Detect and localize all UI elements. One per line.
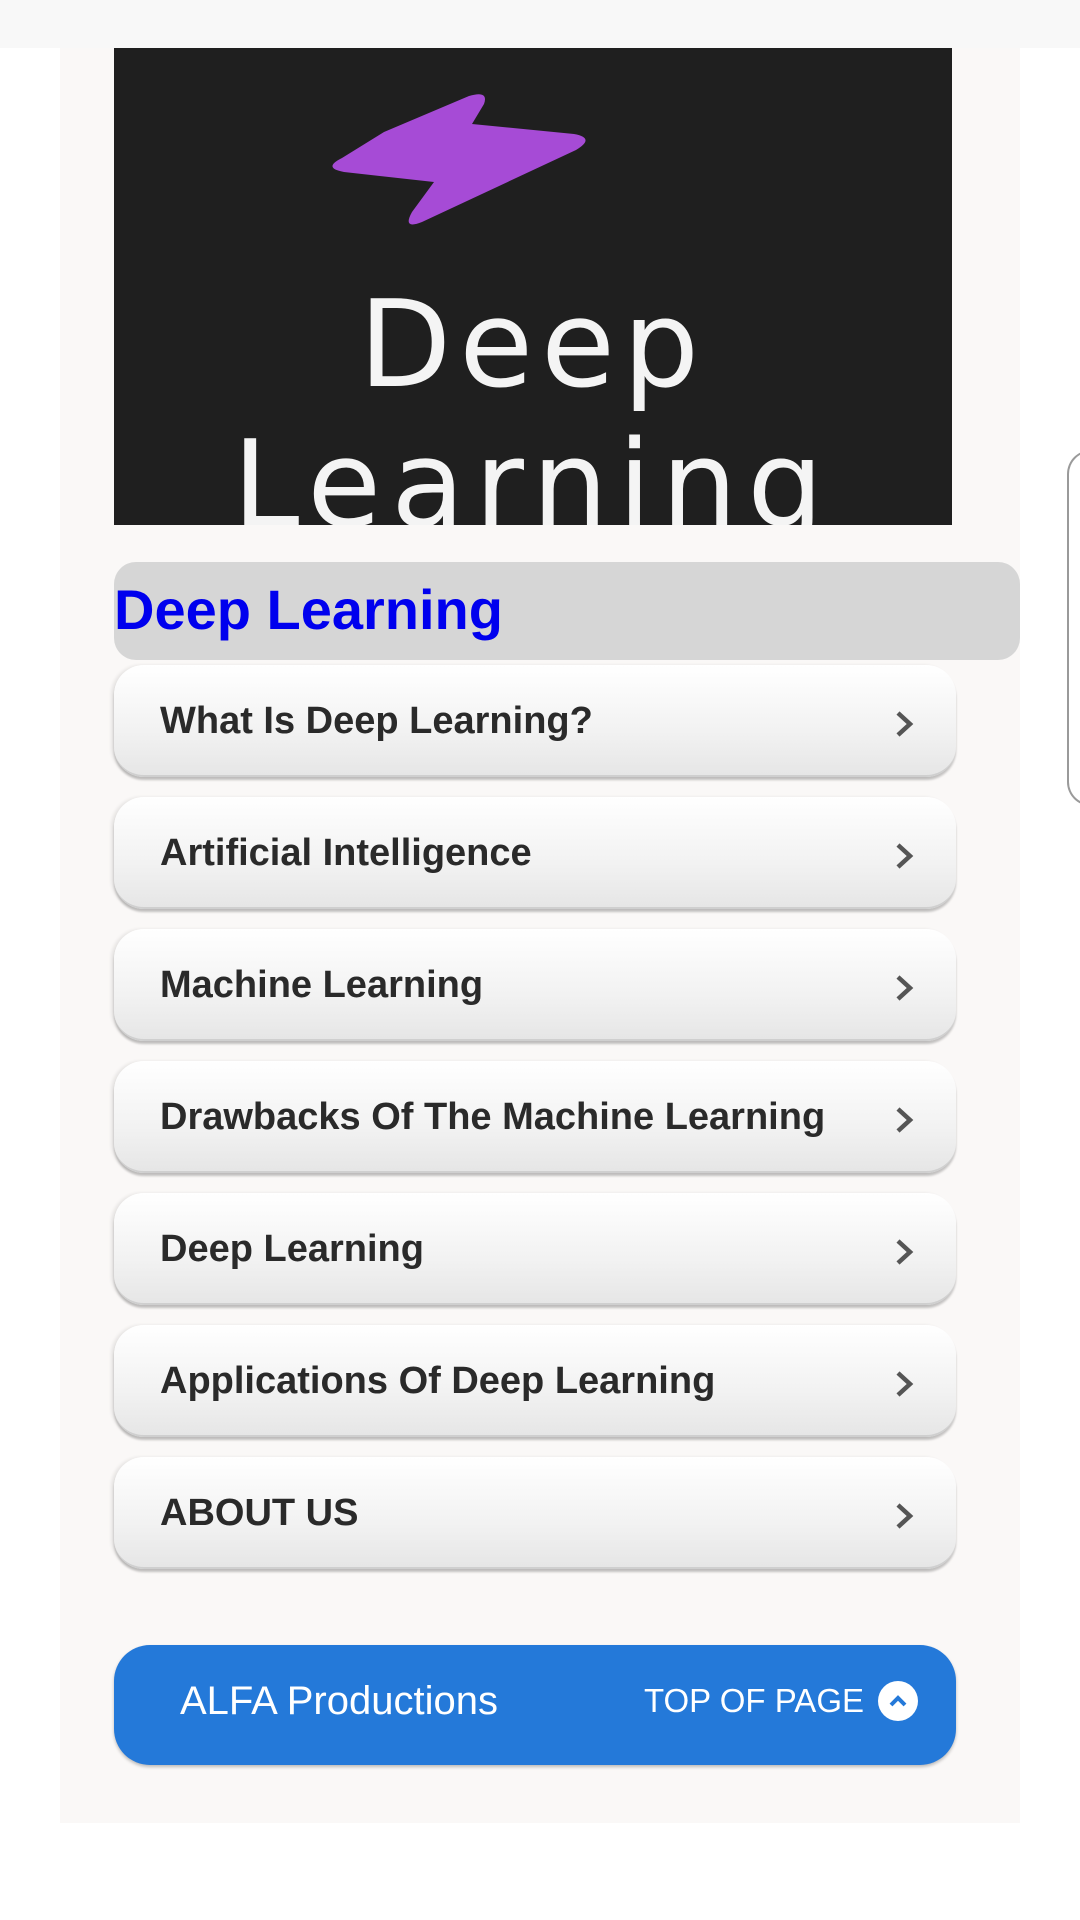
chevron-right-icon [896,1371,914,1397]
menu-item-label: Deep Learning [160,1228,424,1270]
browser-top-bar [0,0,1080,48]
hero-title-line2: Learning [232,416,834,526]
chevron-right-icon [896,843,914,869]
footer-bar: ALFA Productions TOP OF PAGE [114,1645,956,1765]
menu-item-about-us[interactable]: ABOUT US [114,1457,956,1569]
hero-title-line1: Deep [358,276,708,415]
menu-item-label: What Is Deep Learning? [160,700,593,742]
menu-item-deep-learning[interactable]: Deep Learning [114,1193,956,1305]
menu-item-applications-deep-learning[interactable]: Applications Of Deep Learning [114,1325,956,1437]
menu-item-label: ABOUT US [160,1492,359,1534]
chevron-up-circle-icon [878,1681,918,1721]
page-title: Deep Learning [114,578,503,641]
footer-brand: ALFA Productions [180,1679,498,1723]
menu-item-label: Drawbacks Of The Machine Learning [160,1096,826,1138]
chevron-right-icon [896,1107,914,1133]
menu-item-label: Applications Of Deep Learning [160,1360,716,1402]
menu-item-drawbacks-machine-learning[interactable]: Drawbacks Of The Machine Learning [114,1061,956,1173]
menu-item-what-is-deep-learning[interactable]: What Is Deep Learning? [114,665,956,777]
menu-item-artificial-intelligence[interactable]: Artificial Intelligence [114,797,956,909]
chevron-right-icon [896,1239,914,1265]
menu-item-label: Artificial Intelligence [160,832,532,874]
section-header: Deep Learning [114,562,1020,660]
top-of-page-label: TOP OF PAGE [643,1682,864,1719]
menu-item-machine-learning[interactable]: Machine Learning [114,929,956,1041]
chevron-right-icon [896,711,914,737]
side-drawer-handle[interactable] [1067,450,1080,806]
chevron-right-icon [896,1503,914,1529]
menu-item-label: Machine Learning [160,964,484,1006]
chevron-right-icon [896,975,914,1001]
top-of-page-link[interactable]: TOP OF PAGE [644,1679,918,1723]
hero-banner-image: Deep Learning [114,48,952,525]
